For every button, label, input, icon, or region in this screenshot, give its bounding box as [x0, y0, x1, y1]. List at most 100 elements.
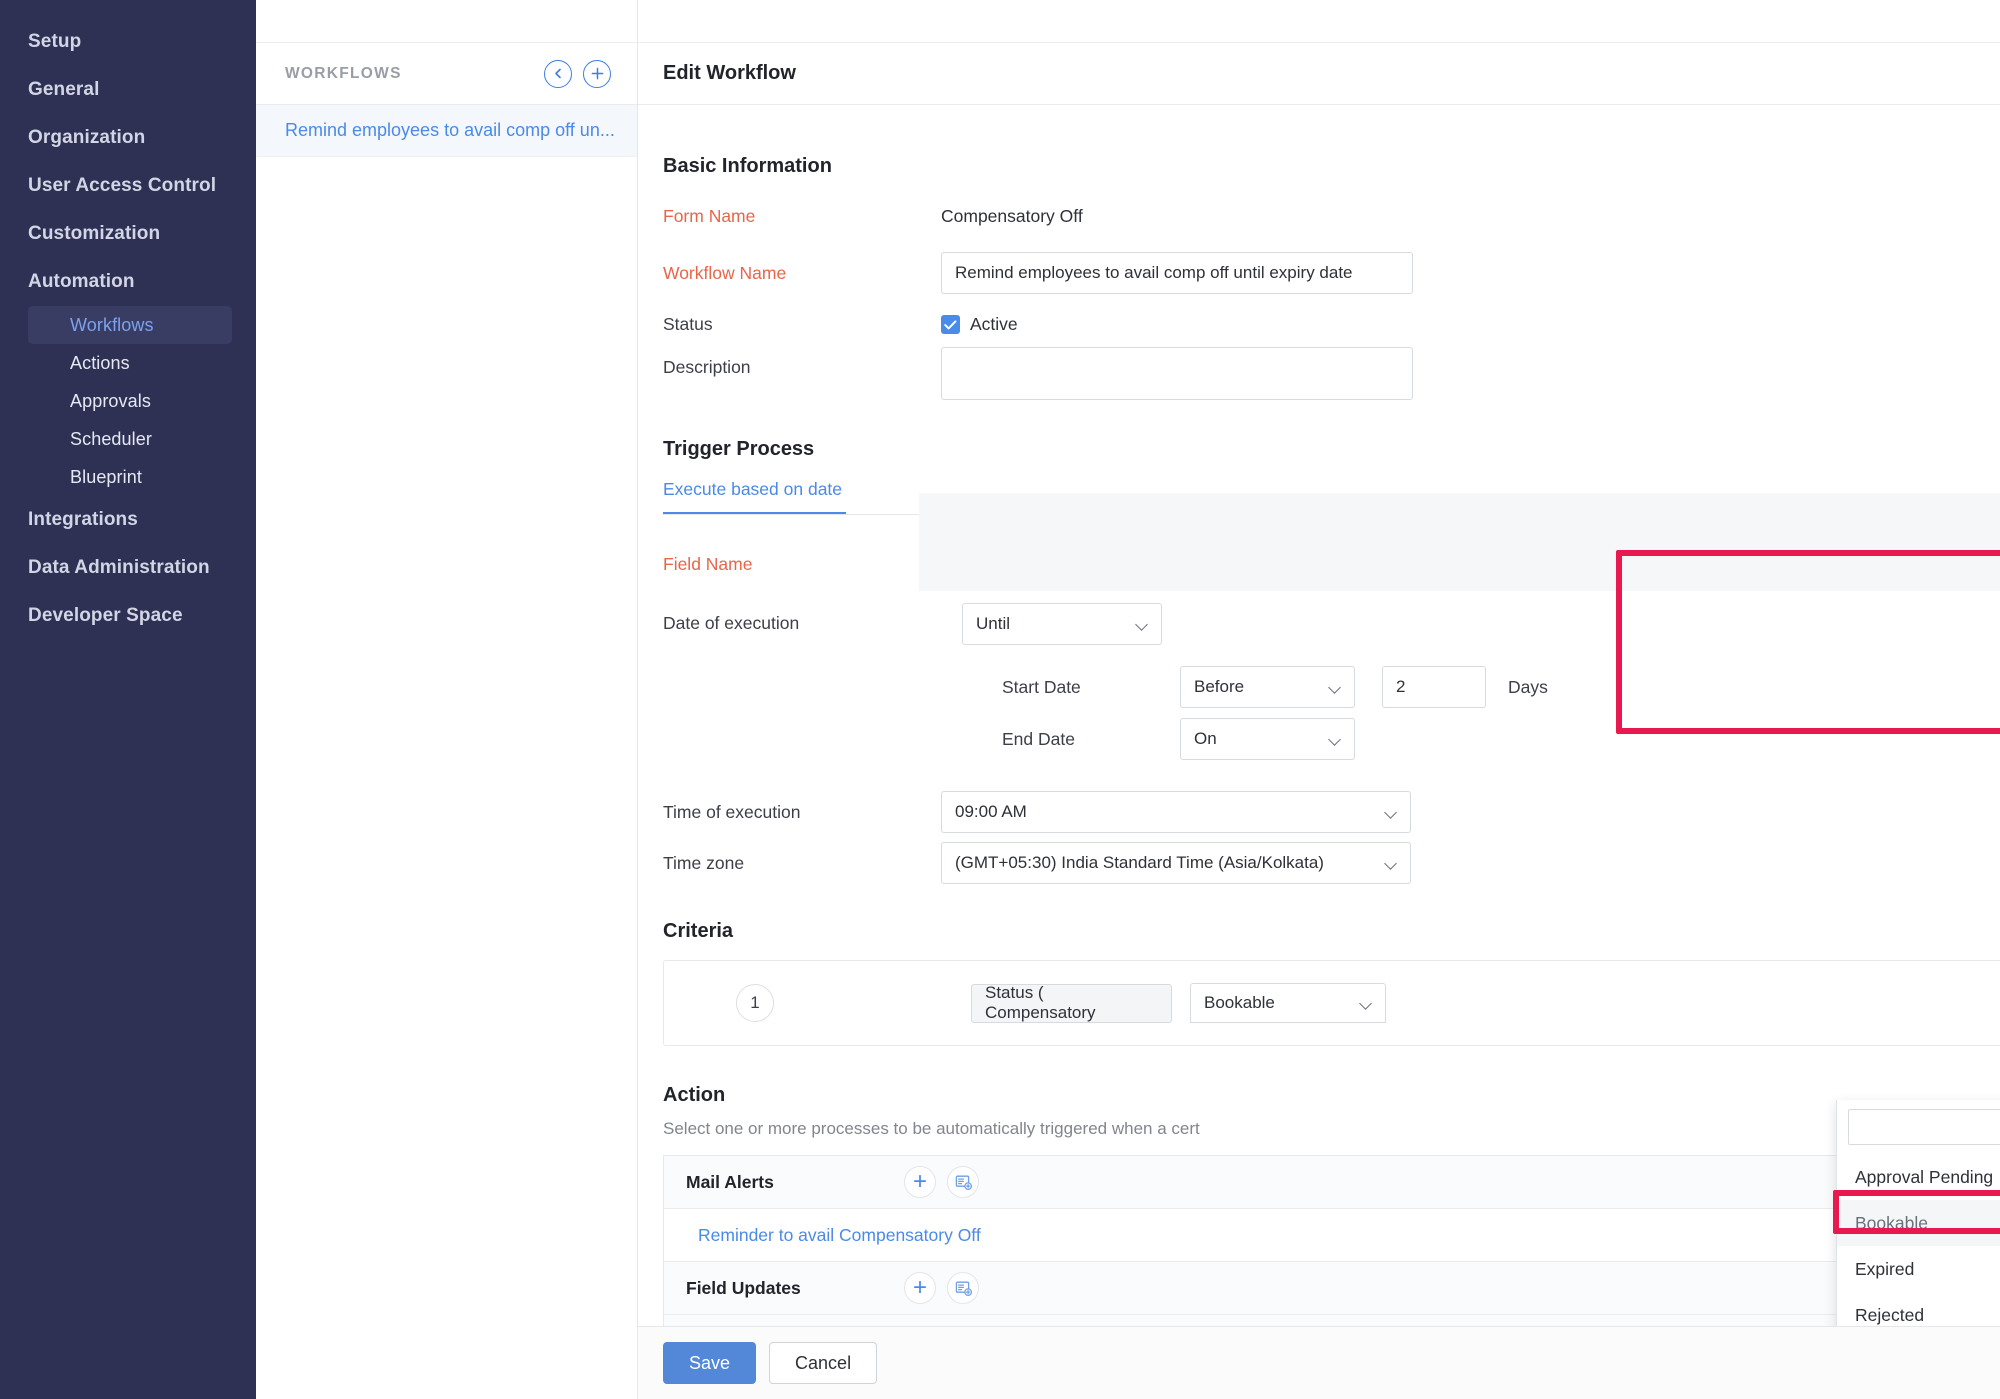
- plus-icon[interactable]: [583, 59, 611, 88]
- date-range-subpanel: Start Date Before 2 Days End Date On: [962, 654, 1548, 760]
- criteria-dropdown-option-label: Approval Pending: [1855, 1166, 1994, 1187]
- action-group-header-checklists: Checklists +: [664, 1315, 2000, 1326]
- start-date-days-input[interactable]: 2: [1382, 666, 1486, 708]
- start-date-label: Start Date: [1002, 676, 1081, 697]
- description-input[interactable]: [941, 347, 1413, 400]
- criteria-dropdown-search-input[interactable]: [1848, 1109, 2000, 1145]
- sidebar-item-scheduler[interactable]: Scheduler: [28, 420, 232, 458]
- criteria-dropdown-option-selected[interactable]: Bookable: [1837, 1200, 2000, 1246]
- sidebar-item-actions[interactable]: Actions: [28, 344, 232, 382]
- sidebar-item-customization[interactable]: Customization: [0, 210, 256, 258]
- sidebar-item-workflows[interactable]: Workflows: [28, 306, 232, 344]
- action-description: Select one or more processes to be autom…: [663, 1119, 1200, 1138]
- sidebar-item-label: Automation: [28, 271, 135, 292]
- date-of-execution-row: Date of execution Until Start Date Befor…: [663, 603, 2000, 760]
- criteria-row-number-label: 1: [750, 993, 760, 1012]
- active-checkbox-label: Active: [970, 314, 1018, 334]
- sidebar-item-general[interactable]: General: [0, 66, 256, 114]
- sidebar-item-label: Workflows: [70, 314, 154, 335]
- time-of-execution-row: Time of execution 09:00 AM: [663, 791, 2000, 833]
- end-date-condition-value: On: [1194, 729, 1217, 748]
- criteria-value-select[interactable]: Bookable: [1190, 983, 1386, 1023]
- time-zone-select[interactable]: (GMT+05:30) India Standard Time (Asia/Ko…: [941, 842, 1411, 884]
- date-execution-band: [919, 493, 2000, 591]
- sidebar-item-approvals[interactable]: Approvals: [28, 382, 232, 420]
- date-of-execution-select[interactable]: Until: [962, 603, 1162, 645]
- workflow-list-pane: WORKFLOWS Remind employees to avail comp…: [256, 0, 638, 1399]
- sidebar-item-data-administration[interactable]: Data Administration: [0, 544, 256, 592]
- sidebar-item-setup[interactable]: Setup: [0, 18, 256, 66]
- workflow-pane-topbar: [256, 0, 637, 43]
- save-button[interactable]: Save: [663, 1342, 757, 1384]
- assign-existing-icon[interactable]: [947, 1166, 979, 1198]
- chevron-down-icon: [1329, 735, 1342, 743]
- workflow-name-label: Workflow Name: [663, 262, 787, 283]
- trigger-process-title: Trigger Process: [663, 438, 815, 460]
- sidebar-item-label: Setup: [28, 31, 82, 52]
- plus-icon[interactable]: +: [904, 1325, 936, 1326]
- date-of-execution-group: Until Start Date Before 2 Days End Date …: [941, 603, 1548, 760]
- criteria-value-dropdown: Approval Pending Bookable Expired Reject…: [1836, 1100, 2000, 1326]
- sidebar-item-integrations[interactable]: Integrations: [0, 496, 256, 544]
- action-heading: Action: [663, 1084, 2000, 1107]
- end-date-condition-select[interactable]: On: [1180, 718, 1355, 760]
- action-group-title: Mail Alerts: [686, 1171, 774, 1192]
- action-group-header-mail-alerts: Mail Alerts +: [664, 1156, 2000, 1209]
- sidebar-item-label: Data Administration: [28, 557, 210, 578]
- start-date-row: Start Date Before 2 Days: [962, 666, 1548, 708]
- criteria-dropdown-option-label: Expired: [1855, 1258, 1915, 1279]
- sidebar-item-developer-space[interactable]: Developer Space: [0, 592, 256, 640]
- criteria-dropdown-option[interactable]: Expired: [1837, 1246, 2000, 1292]
- cancel-button-label: Cancel: [795, 1352, 852, 1373]
- sidebar-item-label: Developer Space: [28, 605, 183, 626]
- criteria-field-value: Status ( Compensatory: [985, 983, 1096, 1022]
- main-panel: Edit Workflow Basic Information Form Nam…: [638, 0, 2000, 1399]
- sidebar-item-label: User Access Control: [28, 175, 217, 196]
- trigger-process-heading: Trigger Process: [663, 438, 2000, 461]
- cancel-button[interactable]: Cancel: [769, 1342, 878, 1384]
- sidebar-item-blueprint[interactable]: Blueprint: [28, 458, 232, 496]
- active-checkbox[interactable]: [941, 315, 960, 334]
- criteria-dropdown-option[interactable]: Rejected: [1837, 1292, 2000, 1326]
- status-row: Status Active: [663, 314, 2000, 335]
- plus-icon[interactable]: +: [904, 1166, 936, 1198]
- criteria-dropdown-option[interactable]: Approval Pending: [1837, 1154, 2000, 1200]
- time-of-execution-value: 09:00 AM: [955, 802, 1027, 821]
- form-name-row: Form Name Compensatory Off: [663, 206, 2000, 227]
- chevron-down-icon: [1360, 999, 1373, 1007]
- sidebar-item-user-access-control[interactable]: User Access Control: [0, 162, 256, 210]
- chevron-down-icon: [1329, 683, 1342, 691]
- tab-execute-based-on-date[interactable]: Execute based on date: [663, 479, 847, 514]
- workflow-name-input[interactable]: Remind employees to avail comp off until…: [941, 252, 1413, 294]
- criteria-dropdown-option-label: Rejected: [1855, 1304, 1925, 1325]
- time-of-execution-select[interactable]: 09:00 AM: [941, 791, 1411, 833]
- description-label: Description: [663, 357, 751, 377]
- sidebar: Setup General Organization User Access C…: [0, 0, 256, 1399]
- sidebar-item-automation[interactable]: Automation: [0, 258, 256, 306]
- plus-icon[interactable]: +: [904, 1272, 936, 1304]
- start-date-condition-select[interactable]: Before: [1180, 666, 1355, 708]
- criteria-field-input[interactable]: Status ( Compensatory: [971, 983, 1172, 1023]
- workflow-list-item-label: Remind employees to avail comp off un...: [285, 120, 615, 140]
- time-zone-row: Time zone (GMT+05:30) India Standard Tim…: [663, 842, 2000, 884]
- workflow-name-value: Remind employees to avail comp off until…: [955, 263, 1353, 282]
- form-name-label: Form Name: [663, 206, 756, 226]
- chevron-left-icon[interactable]: [544, 59, 572, 88]
- chevron-down-icon: [1385, 859, 1398, 867]
- time-of-execution-label: Time of execution: [663, 801, 801, 822]
- action-group-title: Field Updates: [686, 1277, 801, 1298]
- sidebar-item-organization[interactable]: Organization: [0, 114, 256, 162]
- assign-existing-icon[interactable]: [947, 1272, 979, 1304]
- criteria-heading: Criteria: [663, 920, 2000, 943]
- sidebar-item-label: Organization: [28, 127, 146, 148]
- page-title-text: Edit Workflow: [663, 62, 796, 84]
- action-item-row[interactable]: Reminder to avail Compensatory Off: [664, 1209, 2000, 1262]
- assign-existing-icon[interactable]: [947, 1325, 979, 1326]
- days-unit-label: Days: [1508, 676, 1548, 697]
- workflow-pane-header: WORKFLOWS: [256, 43, 637, 105]
- status-label: Status: [663, 314, 713, 334]
- workflow-list-item[interactable]: Remind employees to avail comp off un...: [256, 105, 637, 157]
- basic-information-heading: Basic Information: [663, 155, 2000, 178]
- basic-information-title: Basic Information: [663, 155, 832, 177]
- action-item-label: Reminder to avail Compensatory Off: [698, 1224, 981, 1245]
